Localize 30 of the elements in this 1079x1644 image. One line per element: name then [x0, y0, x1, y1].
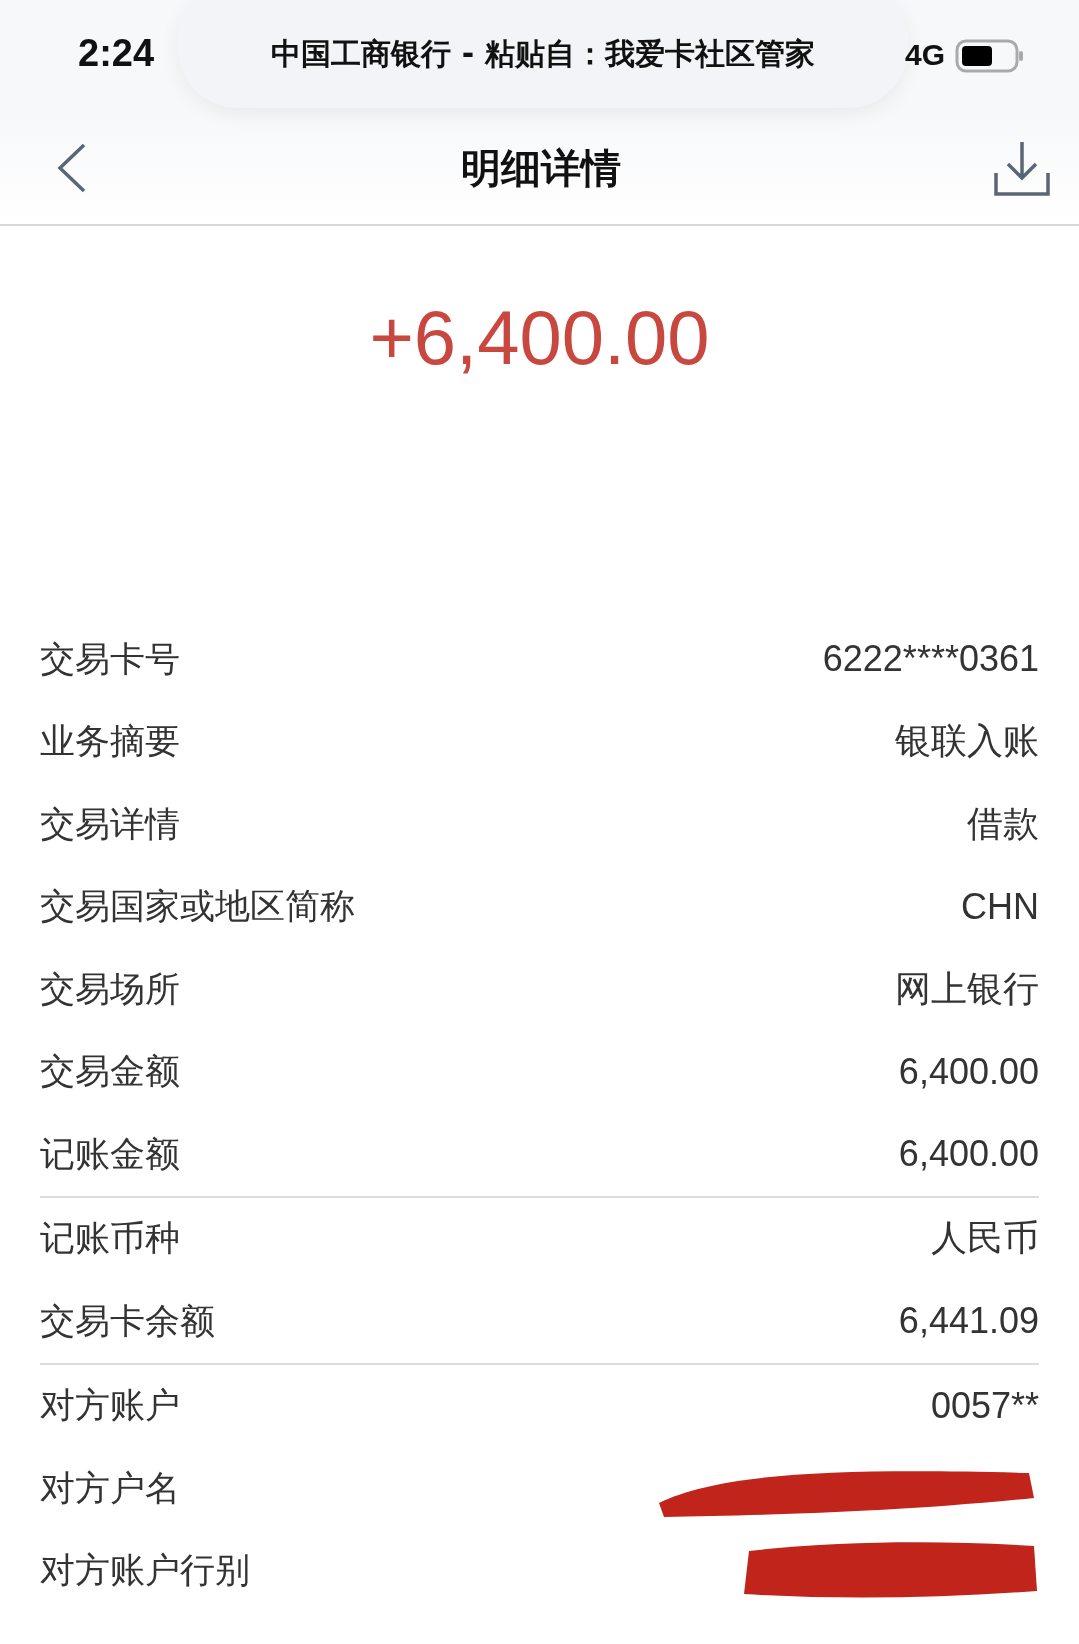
- detail-value: 6,400.00: [898, 1050, 1039, 1093]
- detail-label: 交易国家或地区简称: [40, 885, 355, 929]
- detail-label: 记账金额: [40, 1132, 180, 1176]
- network-label: 4G: [905, 38, 946, 72]
- back-button[interactable]: [56, 142, 88, 194]
- detail-label: 对方账户行别: [40, 1549, 250, 1593]
- detail-value: 网上银行: [895, 966, 1039, 1011]
- detail-value: 6222****0361: [822, 638, 1039, 681]
- banner-text: 中国工商银行 - 粘贴自：我爱卡社区管家: [271, 34, 815, 73]
- detail-value: 0057**: [930, 1384, 1039, 1427]
- detail-label: 交易详情: [40, 802, 180, 846]
- detail-value: 银联入账: [895, 719, 1039, 764]
- detail-label: 交易场所: [40, 967, 180, 1011]
- detail-value: 借款: [967, 801, 1039, 846]
- detail-label: 交易卡号: [40, 637, 180, 681]
- page-title: 明细详情: [460, 143, 621, 193]
- status-time: 2:24: [78, 32, 155, 75]
- detail-value: 人民币: [931, 1216, 1039, 1261]
- battery-icon: [955, 38, 1025, 74]
- detail-label: 交易金额: [40, 1050, 180, 1094]
- detail-value: CHN: [961, 885, 1039, 928]
- detail-label: 对方账户: [40, 1384, 180, 1428]
- download-button[interactable]: [993, 139, 1051, 197]
- transaction-amount: +6,400.00: [369, 294, 710, 380]
- detail-label: 记账币种: [40, 1217, 180, 1261]
- detail-value: 6,441.09: [898, 1300, 1039, 1343]
- detail-label: 交易卡余额: [40, 1299, 215, 1343]
- detail-label: 业务摘要: [40, 720, 180, 764]
- detail-value: 6,400.00: [898, 1133, 1039, 1176]
- detail-label: 对方户名: [40, 1466, 180, 1510]
